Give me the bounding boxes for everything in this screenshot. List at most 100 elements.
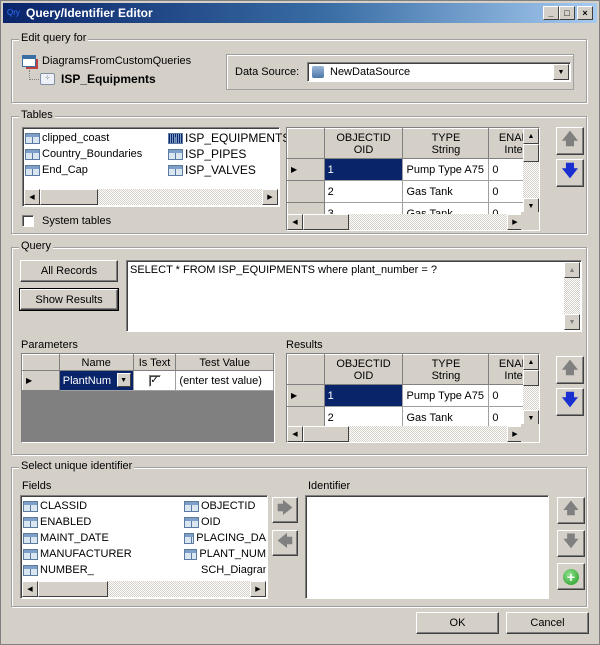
grid-vscrollbar[interactable]: ▲ ▼ bbox=[523, 128, 539, 214]
cancel-button[interactable]: Cancel bbox=[506, 612, 589, 634]
is-text-checkbox[interactable]: ✓ bbox=[148, 375, 161, 387]
ok-button[interactable]: OK bbox=[416, 612, 499, 634]
table-row[interactable]: ▶ 1 Pump Type A75 0 bbox=[287, 384, 539, 407]
parameters-grid[interactable]: Name Is Text Test Value ▶ PlantNum ▼ ✓ (… bbox=[21, 353, 275, 443]
field-icon bbox=[23, 500, 38, 512]
field-item[interactable]: OID bbox=[184, 514, 266, 530]
remove-field-button[interactable]: 🡄 bbox=[272, 530, 298, 556]
tables-legend: Tables bbox=[19, 109, 55, 121]
table-row[interactable]: ▶ 1 Pump Type A75 0 bbox=[287, 158, 539, 181]
column-header[interactable]: TYPE String bbox=[402, 128, 490, 159]
scroll-right-button[interactable]: ▶ bbox=[250, 581, 266, 597]
edit-query-group: Edit query for DiagramsFromCustomQueries… bbox=[11, 32, 587, 103]
results-grid[interactable]: OBJECTID OID TYPE String ENABL Intege ▶ 1 P… bbox=[286, 353, 540, 443]
field-item[interactable]: SCH_Diagram bbox=[201, 562, 266, 578]
chevron-down-icon[interactable]: ▼ bbox=[116, 373, 131, 387]
grid-hscrollbar[interactable]: ◀ ▶ bbox=[287, 426, 523, 442]
scroll-thumb[interactable] bbox=[38, 581, 108, 597]
fields-list-hscrollbar[interactable]: ◀ ▶ bbox=[22, 581, 266, 597]
table-item-selected[interactable]: ISP_EQUIPMENTS bbox=[168, 130, 290, 146]
column-header[interactable]: OBJECTID OID bbox=[323, 128, 404, 159]
parameter-row[interactable]: ▶ PlantNum ▼ ✓ (enter test value) bbox=[22, 370, 274, 391]
tables-list[interactable]: clipped_coast Country_Boundaries End_Cap… bbox=[22, 127, 290, 207]
scroll-thumb[interactable] bbox=[523, 370, 539, 386]
field-item[interactable]: MANUFACTURER bbox=[23, 546, 132, 562]
grid-vscrollbar[interactable]: ▲ ▼ bbox=[523, 354, 539, 426]
scroll-thumb[interactable] bbox=[523, 144, 539, 162]
scroll-left-button[interactable]: ◀ bbox=[24, 189, 40, 205]
scroll-thumb[interactable] bbox=[303, 214, 349, 230]
add-identifier-button[interactable]: + bbox=[557, 563, 585, 590]
identifier-list[interactable] bbox=[305, 495, 549, 599]
scroll-left-button[interactable]: ◀ bbox=[287, 214, 303, 230]
grid-cell[interactable]: Pump Type A75 bbox=[402, 384, 490, 407]
column-header[interactable]: Name bbox=[58, 354, 134, 371]
results-move-down-button[interactable]: 🡇 bbox=[556, 388, 584, 416]
show-results-button[interactable]: Show Results bbox=[19, 288, 119, 311]
grid-cell[interactable]: Pump Type A75 bbox=[402, 158, 490, 181]
scroll-thumb[interactable] bbox=[303, 426, 349, 442]
scroll-up-button[interactable]: ▲ bbox=[523, 128, 539, 144]
identifier-move-up-button[interactable]: 🡅 bbox=[557, 497, 585, 524]
close-button[interactable]: × bbox=[577, 6, 593, 20]
parameter-name-select[interactable]: PlantNum ▼ bbox=[58, 370, 134, 391]
scroll-down-button[interactable]: ▼ bbox=[564, 314, 580, 330]
field-item[interactable]: MAINT_DATE bbox=[23, 530, 109, 546]
grid-cell[interactable]: 1 bbox=[323, 384, 404, 407]
arrow-down-icon: ▼ bbox=[527, 414, 535, 422]
data-source-select[interactable]: NewDataSource ▼ bbox=[307, 62, 571, 82]
grid-cell[interactable]: 2 bbox=[323, 180, 404, 203]
tree-root-node[interactable]: DiagramsFromCustomQueries bbox=[22, 55, 191, 67]
minimize-button[interactable]: _ bbox=[543, 6, 559, 20]
field-item[interactable]: PLANT_NUM bbox=[184, 546, 266, 562]
data-source-dropdown-button[interactable]: ▼ bbox=[553, 64, 569, 80]
column-header[interactable]: Test Value bbox=[175, 354, 274, 371]
field-item[interactable]: NUMBER_ bbox=[23, 562, 94, 578]
table-item[interactable]: End_Cap bbox=[25, 162, 88, 178]
grid-hscrollbar[interactable]: ◀ ▶ bbox=[287, 214, 523, 230]
grid-cell[interactable]: 1 bbox=[323, 158, 404, 181]
scroll-up-button[interactable]: ▲ bbox=[564, 262, 580, 278]
scroll-left-button[interactable]: ◀ bbox=[287, 426, 303, 442]
scroll-thumb[interactable] bbox=[40, 189, 98, 205]
maximize-button[interactable]: □ bbox=[559, 6, 575, 20]
is-text-cell[interactable]: ✓ bbox=[132, 370, 177, 391]
sql-query-textarea[interactable]: SELECT * FROM ISP_EQUIPMENTS where plant… bbox=[126, 260, 582, 332]
checkbox-box[interactable] bbox=[22, 215, 34, 227]
move-down-button[interactable]: 🡇 bbox=[556, 159, 584, 187]
field-item[interactable]: ENABLED bbox=[23, 514, 91, 530]
all-records-button[interactable]: All Records bbox=[20, 260, 118, 282]
table-item[interactable]: Country_Boundaries bbox=[25, 146, 142, 162]
fields-list[interactable]: CLASSID ENABLED MAINT_DATE MANUFACTURER … bbox=[20, 495, 268, 599]
field-icon bbox=[23, 532, 38, 544]
tables-list-hscrollbar[interactable]: ◀ ▶ bbox=[24, 189, 278, 205]
column-header[interactable]: OBJECTID OID bbox=[323, 354, 404, 385]
field-item[interactable]: OBJECTID bbox=[184, 498, 266, 514]
column-header[interactable]: Is Text bbox=[132, 354, 177, 371]
sql-vscrollbar[interactable]: ▲ ▼ bbox=[564, 262, 580, 330]
table-item[interactable]: ISP_VALVES bbox=[168, 162, 256, 178]
field-icon bbox=[23, 564, 38, 576]
table-row[interactable]: 2 Gas Tank 0 bbox=[287, 180, 539, 203]
plus-icon: + bbox=[563, 568, 579, 585]
identifier-move-down-button[interactable]: 🡇 bbox=[557, 530, 585, 557]
field-item[interactable]: PLACING_DA bbox=[184, 530, 266, 546]
table-item[interactable]: clipped_coast bbox=[25, 130, 109, 146]
tree-child-node[interactable]: ⁘ ISP_Equipments bbox=[40, 72, 156, 86]
scroll-left-button[interactable]: ◀ bbox=[22, 581, 38, 597]
system-tables-checkbox[interactable]: System tables bbox=[22, 215, 111, 227]
test-value-cell[interactable]: (enter test value) bbox=[175, 370, 274, 391]
move-up-button[interactable]: 🡅 bbox=[556, 127, 584, 155]
results-move-up-button[interactable]: 🡅 bbox=[556, 356, 584, 384]
title-bar[interactable]: Qry Query/Identifier Editor _ □ × bbox=[3, 3, 597, 23]
column-header[interactable]: TYPE String bbox=[402, 354, 490, 385]
table-preview-grid[interactable]: OBJECTID OID TYPE String ENABL Intege ▶ 1 P… bbox=[286, 127, 540, 231]
scroll-up-button[interactable]: ▲ bbox=[523, 354, 539, 370]
add-field-button[interactable]: 🡆 bbox=[272, 497, 298, 523]
grid-cell[interactable]: Gas Tank bbox=[402, 180, 490, 203]
table-item[interactable]: ISP_PIPES bbox=[168, 146, 246, 162]
arrow-up-icon: ▲ bbox=[568, 266, 576, 274]
field-item[interactable]: CLASSID bbox=[23, 498, 87, 514]
tree-child-label: ISP_Equipments bbox=[61, 72, 156, 86]
scroll-right-button[interactable]: ▶ bbox=[262, 189, 278, 205]
